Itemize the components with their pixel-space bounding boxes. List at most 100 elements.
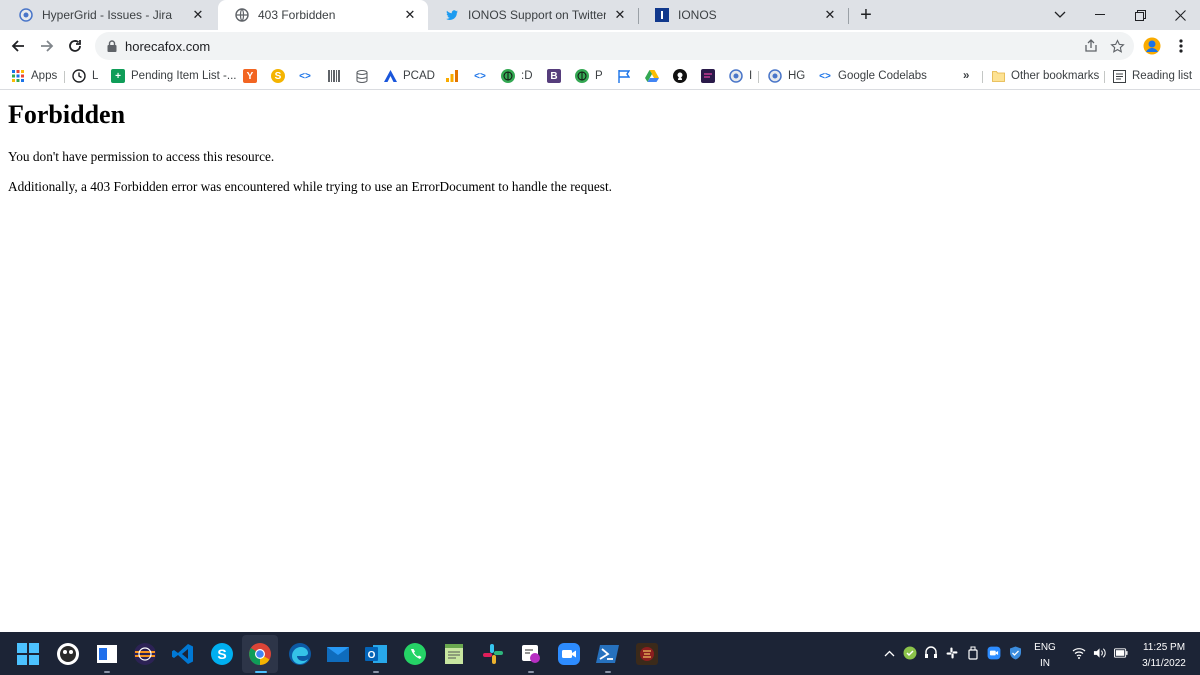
tray-app-headset[interactable]: [924, 646, 938, 660]
tab-search-button[interactable]: [1040, 0, 1080, 30]
taskbar-app-zoom[interactable]: [556, 641, 582, 667]
battery-icon[interactable]: [1114, 646, 1128, 660]
bookmark-label: Google Codelabs: [838, 70, 927, 82]
bookmark-hg[interactable]: HG: [768, 66, 805, 86]
start-button[interactable]: [15, 641, 41, 667]
taskbar-app-powershell[interactable]: [595, 641, 621, 667]
tab-jira[interactable]: HyperGrid - Issues - Jira ✕: [2, 0, 216, 30]
bookmark-pcad[interactable]: PCAD: [383, 66, 435, 86]
zoom-icon: [558, 643, 580, 665]
bookmark-dark-app[interactable]: [701, 66, 715, 86]
close-icon[interactable]: ✕: [822, 7, 838, 23]
reload-icon: [69, 40, 81, 52]
forward-button[interactable]: [35, 34, 59, 58]
bookmark-d[interactable]: :D: [501, 66, 533, 86]
bookmarks-overflow-button[interactable]: »: [963, 66, 969, 86]
tray-app-zoom[interactable]: [987, 646, 1001, 660]
s-coin-icon: S: [271, 69, 285, 83]
flag-icon: [617, 69, 631, 83]
new-tab-button[interactable]: +: [856, 4, 876, 26]
slack-icon: [946, 647, 958, 659]
bookmark-pending-item-list[interactable]: + Pending Item List -...: [111, 66, 236, 86]
notepad-icon: [445, 644, 463, 664]
bookmark-star-icon[interactable]: [1109, 38, 1125, 54]
share-icon[interactable]: [1083, 38, 1099, 54]
code-brackets-icon: <>: [474, 70, 486, 82]
volume-icon[interactable]: [1093, 646, 1107, 660]
taskbar-app-whatsapp[interactable]: [402, 641, 428, 667]
taskbar-app-agent[interactable]: [55, 641, 81, 667]
bookmark-grid[interactable]: [327, 66, 341, 86]
taskbar-app-skype[interactable]: S: [209, 641, 235, 667]
bookmark-drive[interactable]: [645, 66, 659, 86]
taskbar-app-notepad[interactable]: [441, 641, 467, 667]
lock-icon: [107, 40, 117, 52]
taskbar-app-slack[interactable]: [480, 641, 506, 667]
close-icon[interactable]: ✕: [402, 7, 418, 23]
tray-app-green[interactable]: [903, 646, 917, 660]
green-globe-icon: [575, 69, 589, 83]
running-indicator: [528, 671, 534, 673]
address-bar[interactable]: horecafox.com: [95, 32, 1134, 60]
bookmark-code-1[interactable]: <>: [298, 66, 312, 86]
tray-app-defender[interactable]: [1008, 646, 1022, 660]
bookmark-github[interactable]: [673, 66, 687, 86]
close-icon[interactable]: ✕: [190, 7, 206, 23]
bookmark-analytics[interactable]: [445, 66, 459, 86]
bookmark-history-l[interactable]: L: [72, 66, 98, 86]
security-check-icon: [903, 646, 917, 660]
bookmark-label: Apps: [31, 70, 58, 82]
bookmark-other[interactable]: Other bookmarks: [991, 66, 1099, 86]
language-indicator[interactable]: ENG IN: [1032, 641, 1058, 670]
bookmark-flag[interactable]: [617, 66, 631, 86]
browser-toolbar: horecafox.com: [0, 30, 1200, 62]
wifi-icon[interactable]: [1072, 646, 1086, 660]
tray-app-usb[interactable]: [966, 646, 980, 660]
bookmark-b[interactable]: B: [547, 66, 561, 86]
clock[interactable]: 11:25 PM 3/11/2022: [1134, 641, 1194, 670]
bookmark-s[interactable]: S: [271, 66, 285, 86]
bookmark-i[interactable]: I: [729, 66, 752, 86]
taskbar-app-eclipse[interactable]: [132, 641, 158, 667]
bookmark-apps[interactable]: Apps: [11, 66, 57, 86]
close-window-button[interactable]: [1160, 0, 1200, 30]
snipping-tool-icon: [522, 645, 540, 663]
taskbar-app-mail[interactable]: [325, 641, 351, 667]
headset-icon: [925, 646, 937, 658]
minimize-button[interactable]: [1080, 0, 1120, 30]
bookmark-code-2[interactable]: <>: [473, 66, 487, 86]
tab-ionos-twitter[interactable]: IONOS Support on Twitter: "@su ✕: [428, 0, 638, 30]
close-icon[interactable]: ✕: [612, 7, 628, 23]
zoom-icon: [987, 646, 1001, 660]
taskbar-app-chrome[interactable]: [247, 641, 273, 667]
restore-button[interactable]: [1120, 0, 1160, 30]
jira-icon: [768, 69, 782, 83]
bookmark-divider: [64, 71, 65, 83]
reload-button[interactable]: [63, 34, 87, 58]
taskbar-app-edge[interactable]: [287, 641, 313, 667]
tab-403-forbidden[interactable]: 403 Forbidden ✕: [218, 0, 428, 30]
bookmark-y[interactable]: Y: [243, 66, 257, 86]
profile-avatar[interactable]: [1140, 34, 1164, 58]
window-app-icon: [97, 645, 117, 663]
bookmark-p[interactable]: P: [575, 66, 603, 86]
reading-list-icon: [1112, 69, 1126, 83]
tab-title: 403 Forbidden: [258, 8, 336, 22]
page-title: Forbidden: [8, 100, 126, 129]
tray-overflow-button[interactable]: [882, 646, 896, 660]
taskbar-app-game[interactable]: [634, 641, 660, 667]
reading-list-button[interactable]: Reading list: [1112, 66, 1192, 86]
tab-strip: HyperGrid - Issues - Jira ✕ 403 Forbidde…: [0, 0, 1200, 30]
taskbar-app-snipping[interactable]: [518, 641, 544, 667]
bookmark-database[interactable]: [355, 66, 369, 86]
ionos-icon: [654, 7, 670, 23]
menu-button[interactable]: [1169, 34, 1193, 58]
tray-app-slack[interactable]: [945, 646, 959, 660]
tab-ionos[interactable]: IONOS ✕: [638, 0, 848, 30]
running-indicator: [255, 671, 267, 673]
taskbar-app-vscode[interactable]: [170, 641, 196, 667]
taskbar-app-outlook[interactable]: O: [363, 641, 389, 667]
back-button[interactable]: [6, 34, 30, 58]
bookmark-google-codelabs[interactable]: <> Google Codelabs: [818, 66, 927, 86]
taskbar-app-window[interactable]: [94, 641, 120, 667]
